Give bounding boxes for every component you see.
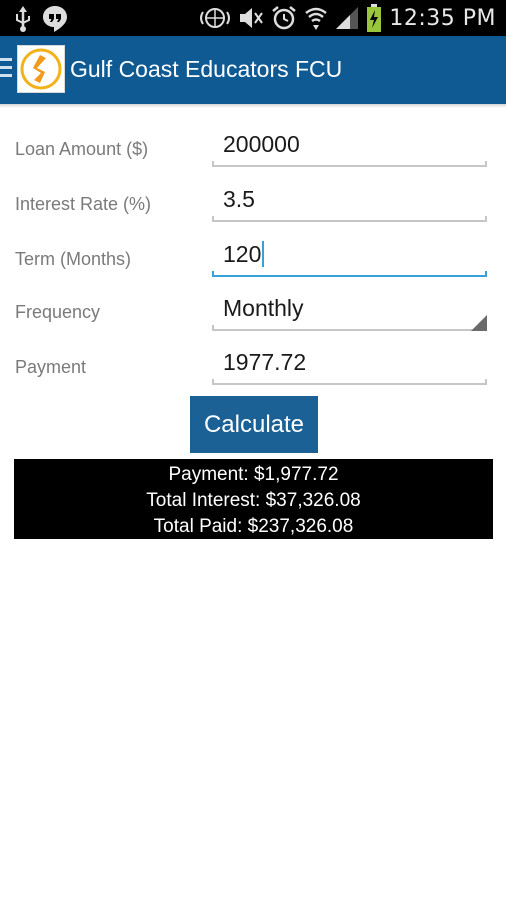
mute-icon xyxy=(238,6,264,30)
app-bar-shadow xyxy=(0,104,506,108)
interest-rate-value: 3.5 xyxy=(223,186,255,212)
clock-time: 12:35 PM xyxy=(389,5,496,31)
payment-label: Payment xyxy=(15,357,87,377)
interest-rate-field[interactable]: 3.5 xyxy=(212,186,487,222)
term-value: 120 xyxy=(223,241,262,267)
hangouts-icon xyxy=(42,5,68,33)
results-panel: Payment: $1,977.72 Total Interest: $37,3… xyxy=(14,459,493,539)
nfc-icon xyxy=(199,6,231,30)
result-total-interest: Total Interest: $37,326.08 xyxy=(146,490,361,511)
dropdown-arrow-icon xyxy=(471,315,487,331)
app-logo[interactable] xyxy=(17,45,65,93)
alarm-icon xyxy=(271,5,297,31)
loan-amount-value: 200000 xyxy=(223,131,300,157)
loan-amount-label: Loan Amount ($) xyxy=(15,139,149,159)
result-total-paid: Total Paid: $237,326.08 xyxy=(153,516,354,537)
field-underline xyxy=(212,216,487,222)
status-bar: 12:35 PM xyxy=(0,0,506,36)
text-cursor xyxy=(262,241,265,267)
drawer-menu-icon[interactable] xyxy=(0,58,12,82)
term-field[interactable]: 120 xyxy=(212,241,487,277)
field-underline xyxy=(212,161,487,167)
result-payment: Payment: $1,977.72 xyxy=(168,464,339,485)
field-underline-focused xyxy=(212,271,487,277)
wifi-icon xyxy=(304,5,328,31)
field-underline xyxy=(212,325,487,331)
usb-icon xyxy=(14,6,32,32)
battery-charging-icon xyxy=(366,4,382,32)
payment-value: 1977.72 xyxy=(223,349,307,375)
field-underline xyxy=(212,379,487,385)
payment-field[interactable]: 1977.72 xyxy=(212,349,487,385)
frequency-spinner[interactable]: Monthly xyxy=(212,295,487,331)
signal-icon xyxy=(335,6,359,30)
frequency-value: Monthly xyxy=(223,295,304,321)
loan-amount-field[interactable]: 200000 xyxy=(212,131,487,167)
app-bar: Gulf Coast Educators FCU xyxy=(0,36,506,104)
interest-rate-label: Interest Rate (%) xyxy=(15,194,152,214)
calculate-button[interactable]: Calculate xyxy=(190,396,318,453)
app-title: Gulf Coast Educators FCU xyxy=(70,56,343,82)
frequency-label: Frequency xyxy=(15,302,101,322)
term-label: Term (Months) xyxy=(15,249,132,269)
